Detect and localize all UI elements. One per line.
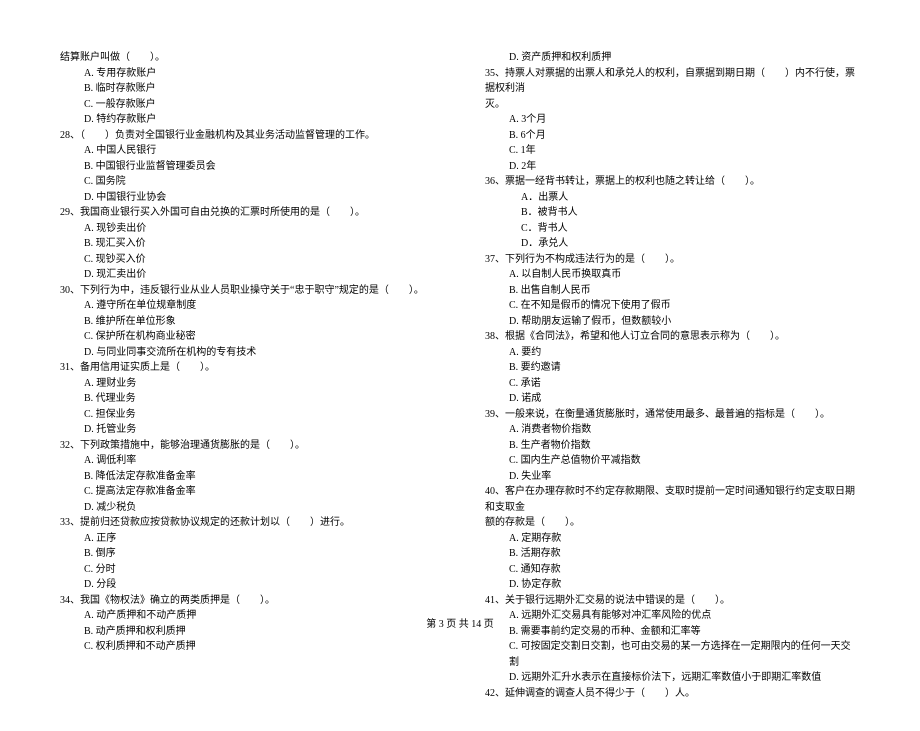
question-line: 40、客户在办理存款时不约定存款期限、支取时提前一定时间通知银行约定支取日期和支… (485, 484, 860, 515)
question-line: 33、提前归还贷款应按贷款协议规定的还款计划以（ ）进行。 (60, 515, 435, 531)
question-line: 41、关于银行远期外汇交易的说法中错误的是（ ）。 (485, 593, 860, 609)
question-line: 灭。 (485, 97, 860, 113)
option-line: C. 权利质押和不动产质押 (60, 639, 435, 655)
option-line: B. 倒序 (60, 546, 435, 562)
question-line: 30、下列行为中，违反银行业从业人员职业操守关于“忠于职守”规定的是（ ）。 (60, 283, 435, 299)
option-line: C. 在不知是假币的情况下使用了假币 (485, 298, 860, 314)
option-line: B. 维护所在单位形象 (60, 314, 435, 330)
option-line: B．被背书人 (485, 205, 860, 221)
question-line: 28、（ ）负责对全国银行业金融机构及其业务活动监督管理的工作。 (60, 128, 435, 144)
option-line: A. 3个月 (485, 112, 860, 128)
option-line: C. 保护所在机构商业秘密 (60, 329, 435, 345)
option-line: C. 一般存款账户 (60, 97, 435, 113)
option-line: D. 托管业务 (60, 422, 435, 438)
option-line: A. 现钞卖出价 (60, 221, 435, 237)
option-line: A. 中国人民银行 (60, 143, 435, 159)
question-line: 37、下列行为不构成违法行为的是（ ）。 (485, 252, 860, 268)
option-line: A．出票人 (485, 190, 860, 206)
option-line: C. 担保业务 (60, 407, 435, 423)
option-line: D. 2年 (485, 159, 860, 175)
question-line: 额的存款是（ ）。 (485, 515, 860, 531)
option-line: D. 减少税负 (60, 500, 435, 516)
option-line: B. 代理业务 (60, 391, 435, 407)
option-line: C. 分时 (60, 562, 435, 578)
question-line: 42、延伸调查的调查人员不得少于（ ）人。 (485, 686, 860, 702)
question-line: 31、备用信用证实质上是（ ）。 (60, 360, 435, 376)
option-line: A. 理财业务 (60, 376, 435, 392)
option-line: A. 正序 (60, 531, 435, 547)
option-line: D. 分段 (60, 577, 435, 593)
option-line: B. 生产者物价指数 (485, 438, 860, 454)
option-line: B. 现汇买入价 (60, 236, 435, 252)
option-line: B. 出售自制人民币 (485, 283, 860, 299)
question-line: 29、我国商业银行买入外国可自由兑换的汇票时所使用的是（ ）。 (60, 205, 435, 221)
question-line: 34、我国《物权法》确立的两类质押是（ ）。 (60, 593, 435, 609)
option-line: C. 国内生产总值物价平减指数 (485, 453, 860, 469)
option-line: D. 中国银行业协会 (60, 190, 435, 206)
option-line: A. 要约 (485, 345, 860, 361)
option-line: D．承兑人 (485, 236, 860, 252)
option-line: A. 以自制人民币换取真币 (485, 267, 860, 283)
option-line: D. 远期外汇升水表示在直接标价法下，远期汇率数值小于即期汇率数值 (485, 670, 860, 686)
option-line: C. 提高法定存款准备金率 (60, 484, 435, 500)
option-line: C. 承诺 (485, 376, 860, 392)
option-line: B. 临时存款账户 (60, 81, 435, 97)
option-line: B. 要约邀请 (485, 360, 860, 376)
option-line: D. 失业率 (485, 469, 860, 485)
option-line: D. 现汇卖出价 (60, 267, 435, 283)
option-line: D. 协定存款 (485, 577, 860, 593)
option-line: B. 活期存款 (485, 546, 860, 562)
question-line: 38、根据《合同法》，希望和他人订立合同的意思表示称为（ ）。 (485, 329, 860, 345)
option-line: D. 特约存款账户 (60, 112, 435, 128)
page-footer: 第 3 页 共 14 页 (0, 615, 920, 630)
option-line: A. 调低利率 (60, 453, 435, 469)
option-line: C．背书人 (485, 221, 860, 237)
question-line: 36、票据一经背书转让，票据上的权利也随之转让给（ ）。 (485, 174, 860, 190)
option-line: C. 可按固定交割日交割，也可由交易的某一方选择在一定期限内的任何一天交割 (485, 639, 860, 670)
question-line: 32、下列政策措施中，能够治理通货膨胀的是（ ）。 (60, 438, 435, 454)
option-line: B. 中国银行业监督管理委员会 (60, 159, 435, 175)
question-line: 39、一般来说，在衡量通货膨胀时，通常使用最多、最普遍的指标是（ ）。 (485, 407, 860, 423)
option-line: A. 定期存款 (485, 531, 860, 547)
option-line: A. 遵守所在单位规章制度 (60, 298, 435, 314)
option-line: D. 诺成 (485, 391, 860, 407)
option-line: C. 通知存款 (485, 562, 860, 578)
option-line: D. 与同业同事交流所在机构的专有技术 (60, 345, 435, 361)
option-line: B. 6个月 (485, 128, 860, 144)
option-line: A. 消费者物价指数 (485, 422, 860, 438)
option-line: B. 降低法定存款准备金率 (60, 469, 435, 485)
right-column: D. 资产质押和权利质押35、持票人对票据的出票人和承兑人的权利，自票据到期日期… (485, 50, 860, 701)
option-line: C. 1年 (485, 143, 860, 159)
option-line: D. 帮助朋友运输了假币，但数额较小 (485, 314, 860, 330)
question-line: 结算账户叫做（ ）。 (60, 50, 435, 66)
option-line: C. 国务院 (60, 174, 435, 190)
option-line: C. 现钞买入价 (60, 252, 435, 268)
option-line: D. 资产质押和权利质押 (485, 50, 860, 66)
left-column: 结算账户叫做（ ）。A. 专用存款账户B. 临时存款账户C. 一般存款账户D. … (60, 50, 435, 701)
option-line: A. 专用存款账户 (60, 66, 435, 82)
question-line: 35、持票人对票据的出票人和承兑人的权利，自票据到期日期（ ）内不行使，票据权利… (485, 66, 860, 97)
